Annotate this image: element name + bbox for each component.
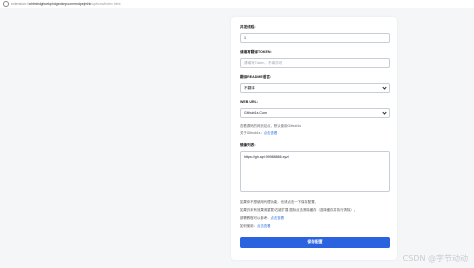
how-to-use-link[interactable]: 点击查看 — [257, 224, 271, 228]
web-url-label: WEB URL: — [240, 100, 258, 104]
translate-select[interactable]: 不翻译 — [240, 83, 390, 93]
url-host: ahfmbdgbcekphdgeoknpoonmndpejmhk — [28, 2, 92, 6]
chevron-down-icon — [382, 85, 387, 90]
chevron-down-icon — [382, 110, 387, 115]
token-label: 请填写翻译TOKEN: — [240, 50, 272, 54]
web-url-value: Github1s.Com — [244, 111, 267, 115]
translate-value: 不翻译 — [244, 85, 255, 90]
token-placeholder: 请填写Token，不填亦可 — [244, 60, 283, 65]
deploy-tutorial-prefix: 部署教程可以参考： — [240, 216, 271, 220]
threads-label: 并发线程: — [240, 25, 256, 29]
github1s-hint: 关于Github1s：点击查看 — [240, 130, 277, 135]
how-to-use-prefix: 如何使用： — [240, 224, 257, 228]
threads-input[interactable]: 1 — [240, 33, 390, 43]
url-scheme: extension:// — [11, 2, 29, 6]
list-label: 镜像列表: — [240, 143, 256, 147]
deploy-tutorial-link[interactable]: 点击查看 — [271, 216, 285, 220]
save-button[interactable]: 保存配置 — [240, 237, 390, 248]
web-url-select[interactable]: Github1s.Com — [240, 108, 390, 118]
note-line-4: 如何使用：点击查看 — [240, 223, 271, 228]
note-line-2: 如果仍未有效果请重载/右键扩展 图标点击清除缓存（选择缓存并执行清除）。 — [240, 208, 358, 212]
url-path: /options/index.html — [91, 2, 121, 6]
note-line-3: 部署教程可以参考：点击查看 — [240, 215, 284, 220]
url-text[interactable]: extension://ahfmbdgbcekphdgeoknpoonmndpe… — [11, 0, 120, 8]
token-input[interactable]: 请填写Token，不填亦可 — [240, 58, 390, 68]
mirror-list-value: https://gh.api.99988866.xyz/ — [244, 155, 289, 159]
mirror-list-textarea[interactable]: https://gh.api.99988866.xyz/ — [240, 151, 390, 192]
browser-url-bar[interactable]: extension://ahfmbdgbcekphdgeoknpoonmndpe… — [0, 0, 474, 8]
csdn-watermark: CSDN @字节动动 — [402, 254, 468, 263]
threads-value: 1 — [244, 36, 246, 40]
note-line-1: 如果你不想使用代理功能，也请点击一下保存配置。 — [240, 200, 318, 204]
options-card: 并发线程: 1 请填写翻译TOKEN: 请填写Token，不填亦可 翻译READ… — [231, 17, 397, 260]
translate-label: 翻译README语言: — [240, 75, 272, 79]
web-url-hint: 查看源码的网页站点，默认使用Github1s — [240, 124, 302, 128]
extension-icon — [3, 1, 9, 7]
github1s-link[interactable]: 点击查看 — [264, 131, 278, 135]
github1s-hint-prefix: 关于Github1s： — [240, 131, 264, 135]
